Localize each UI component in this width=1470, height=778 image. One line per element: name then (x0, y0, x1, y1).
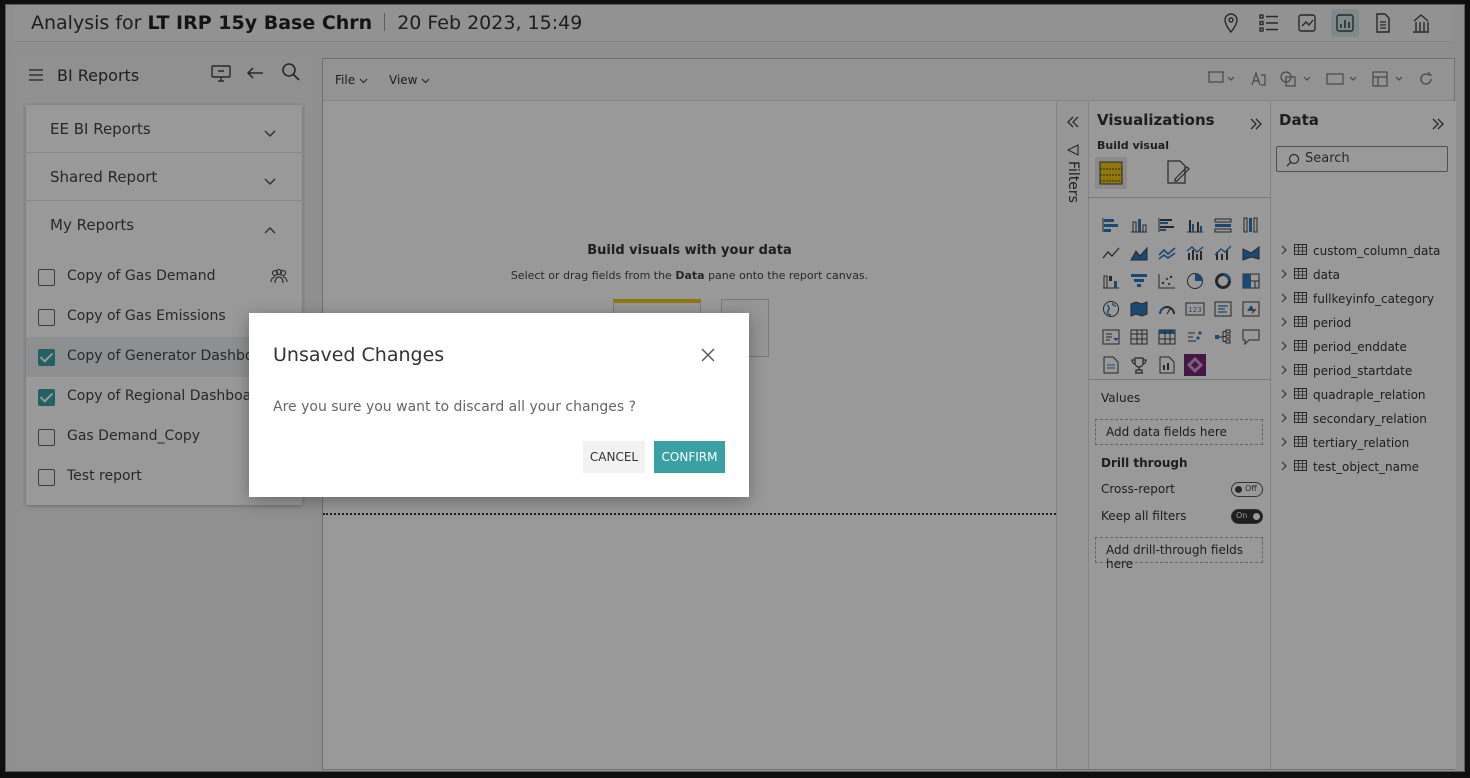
confirm-button[interactable]: CONFIRM (654, 441, 725, 473)
dialog-title: Unsaved Changes (273, 344, 445, 366)
cancel-button[interactable]: CANCEL (583, 441, 645, 473)
close-icon[interactable] (701, 347, 715, 366)
unsaved-changes-dialog: Unsaved Changes Are you sure you want to… (249, 313, 749, 497)
dialog-message: Are you sure you want to discard all you… (273, 399, 637, 415)
